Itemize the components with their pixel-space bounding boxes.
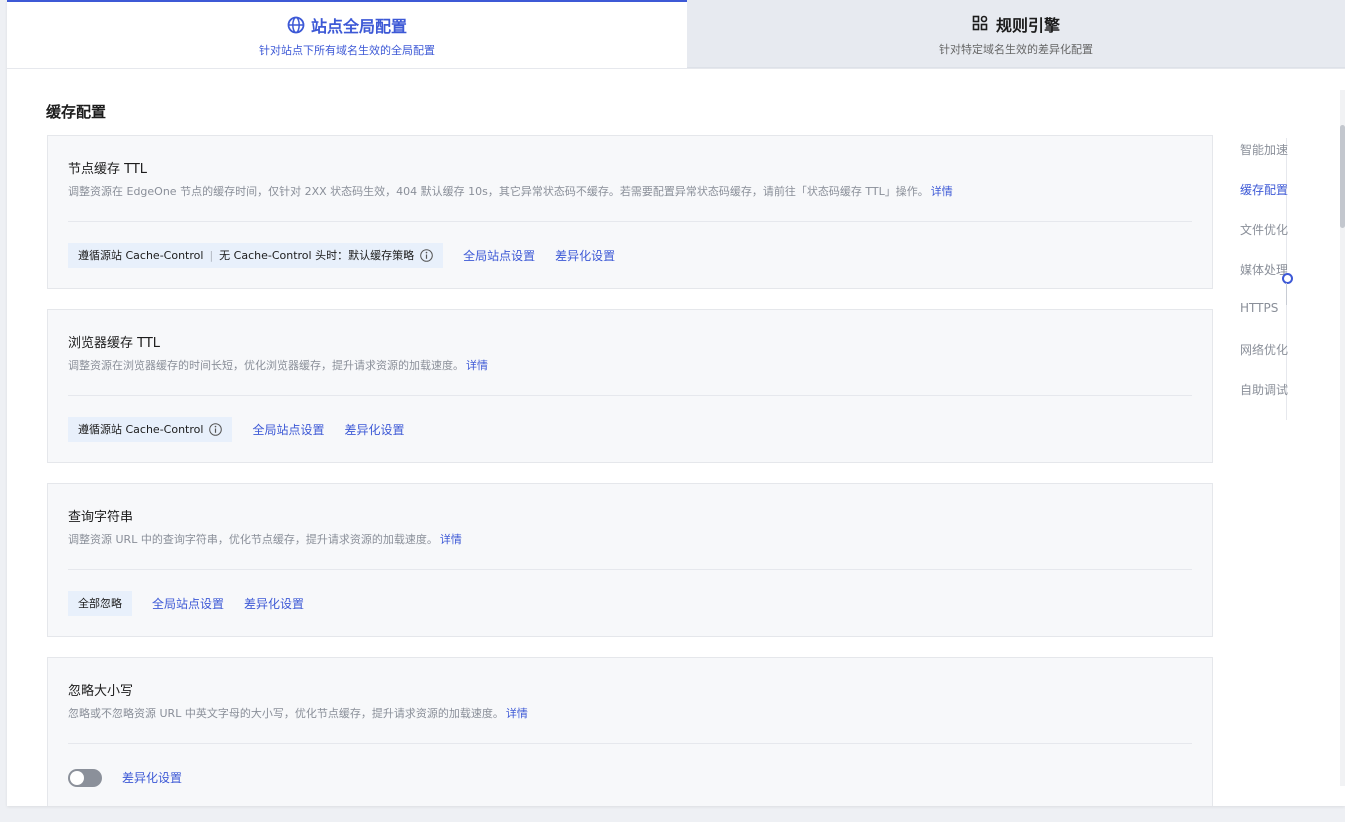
config-tabs: 站点全局配置 针对站点下所有域名生效的全局配置 规则引擎 针对特定域名生效的差异… (7, 0, 1345, 68)
differentiated-settings-link[interactable]: 差异化设置 (244, 595, 304, 612)
ignore-case-toggle[interactable] (68, 768, 102, 787)
tab-subtitle: 针对特定域名生效的差异化配置 (939, 43, 1093, 56)
anchor-file-optimization[interactable]: 文件优化 (1240, 221, 1288, 238)
detail-link[interactable]: 详情 (506, 707, 528, 720)
grid-icon (972, 15, 990, 33)
tab-title: 站点全局配置 (310, 17, 407, 36)
tab-subtitle: 针对站点下所有域名生效的全局配置 (259, 44, 435, 57)
tag-text: 无 Cache-Control 头时：默认缓存策略 (219, 249, 415, 262)
current-value-tag: 遵循源站 Cache-Control (68, 417, 233, 442)
tab-title: 规则引擎 (995, 16, 1060, 35)
description-text: 调整资源在 EdgeOne 节点的缓存时间，仅针对 2XX 状态码生效，404 … (68, 185, 929, 198)
anchor-media-processing[interactable]: 媒体处理 (1240, 261, 1288, 278)
differentiated-settings-link[interactable]: 差异化设置 (122, 769, 182, 786)
differentiated-settings-link[interactable]: 差异化设置 (555, 247, 615, 264)
scrollbar-thumb[interactable] (1340, 125, 1345, 228)
card-description: 调整资源在浏览器缓存的时间长短，优化浏览器缓存，提升请求资源的加载速度。 详情 (68, 357, 488, 373)
global-site-settings-link[interactable]: 全局站点设置 (463, 247, 535, 264)
anchor-cache-config[interactable]: 缓存配置 (1240, 181, 1288, 198)
card-node-cache-ttl: 节点缓存 TTL 调整资源在 EdgeOne 节点的缓存时间，仅针对 2XX 状… (47, 135, 1213, 289)
anchor-network-optimization[interactable]: 网络优化 (1240, 341, 1288, 358)
current-value-tag: 遵循源站 Cache-Control | 无 Cache-Control 头时：… (68, 243, 444, 268)
anchor-smart-acceleration[interactable]: 智能加速 (1240, 141, 1288, 158)
tag-text: 全部忽略 (78, 597, 122, 610)
card-title: 浏览器缓存 TTL (68, 336, 161, 351)
section-title: 缓存配置 (46, 103, 107, 121)
tab-rule-engine[interactable]: 规则引擎 针对特定域名生效的差异化配置 (687, 0, 1345, 68)
info-icon[interactable] (209, 423, 223, 436)
anchor-https[interactable]: HTTPS (1240, 301, 1278, 315)
tab-site-global-config[interactable]: 站点全局配置 针对站点下所有域名生效的全局配置 (7, 0, 687, 68)
current-value-tag: 全部忽略 (68, 591, 132, 616)
card-description: 调整资源在 EdgeOne 节点的缓存时间，仅针对 2XX 状态码生效，404 … (68, 183, 953, 199)
card-actions: 遵循源站 Cache-Control 全局站点设置 差异化设置 (68, 417, 404, 442)
tag-separator: | (209, 249, 214, 262)
card-title: 节点缓存 TTL (68, 162, 148, 177)
divider (68, 221, 1192, 222)
tag-text: 遵循源站 Cache-Control (78, 423, 204, 436)
divider (68, 569, 1192, 570)
detail-link[interactable]: 详情 (466, 359, 488, 372)
differentiated-settings-link[interactable]: 差异化设置 (344, 421, 404, 438)
card-query-string: 查询字符串 调整资源 URL 中的查询字符串，优化节点缓存，提升请求资源的加载速… (47, 483, 1213, 637)
anchor-position-indicator[interactable] (1282, 273, 1293, 284)
divider (68, 395, 1192, 396)
description-text: 调整资源 URL 中的查询字符串，优化节点缓存，提升请求资源的加载速度。 (68, 533, 438, 546)
tabs-divider (7, 68, 1345, 69)
anchor-track (1286, 283, 1287, 305)
card-description: 忽略或不忽略资源 URL 中英文字母的大小写，优化节点缓存，提升请求资源的加载速… (68, 705, 528, 721)
vertical-scrollbar[interactable] (1340, 90, 1345, 786)
card-actions: 差异化设置 (68, 765, 182, 790)
info-icon[interactable] (420, 249, 433, 262)
config-panel: 站点全局配置 针对站点下所有域名生效的全局配置 规则引擎 针对特定域名生效的差异… (7, 0, 1345, 806)
divider (68, 743, 1192, 744)
card-title: 忽略大小写 (68, 684, 134, 699)
detail-link[interactable]: 详情 (440, 533, 462, 546)
globe-icon (287, 16, 305, 34)
card-actions: 全部忽略 全局站点设置 差异化设置 (68, 591, 304, 616)
card-ignore-case: 忽略大小写 忽略或不忽略资源 URL 中英文字母的大小写，优化节点缓存，提升请求… (47, 657, 1213, 806)
card-browser-cache-ttl: 浏览器缓存 TTL 调整资源在浏览器缓存的时间长短，优化浏览器缓存，提升请求资源… (47, 309, 1213, 463)
global-site-settings-link[interactable]: 全局站点设置 (152, 595, 224, 612)
global-site-settings-link[interactable]: 全局站点设置 (252, 421, 324, 438)
card-actions: 遵循源站 Cache-Control | 无 Cache-Control 头时：… (68, 243, 615, 268)
description-text: 忽略或不忽略资源 URL 中英文字母的大小写，优化节点缓存，提升请求资源的加载速… (68, 707, 504, 720)
card-description: 调整资源 URL 中的查询字符串，优化节点缓存，提升请求资源的加载速度。 详情 (68, 531, 462, 547)
tag-text: 遵循源站 Cache-Control (78, 249, 204, 262)
detail-link[interactable]: 详情 (931, 185, 953, 198)
description-text: 调整资源在浏览器缓存的时间长短，优化浏览器缓存，提升请求资源的加载速度。 (68, 359, 464, 372)
card-title: 查询字符串 (68, 510, 134, 525)
toggle-knob (70, 770, 84, 785)
anchor-self-debug[interactable]: 自助调试 (1240, 381, 1288, 398)
